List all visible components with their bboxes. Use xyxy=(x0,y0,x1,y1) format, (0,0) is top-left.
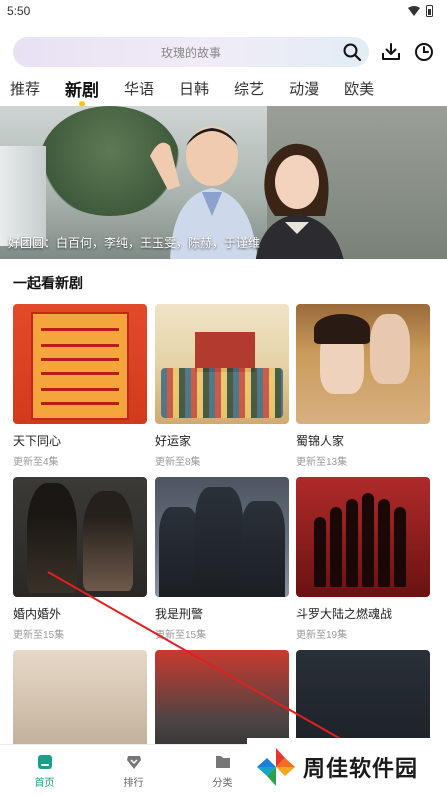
show-title: 婚内婚外 xyxy=(13,607,62,621)
watermark-logo-icon xyxy=(257,748,295,786)
wifi-icon xyxy=(408,6,420,16)
nav-label: 排行 xyxy=(123,777,144,789)
poster-art xyxy=(159,507,199,597)
show-card[interactable]: 蜀锦人家 更新至13集 xyxy=(296,304,430,468)
poster-art xyxy=(27,483,77,593)
status-bar: 5:50 xyxy=(0,0,447,22)
show-update: 更新至19集 xyxy=(296,630,348,641)
poster-art xyxy=(370,314,410,384)
clock-icon xyxy=(414,43,433,61)
history-button[interactable] xyxy=(412,40,435,64)
show-card[interactable]: 好运家 更新至8集 xyxy=(155,304,289,468)
banner-fridge xyxy=(0,146,46,246)
tab-western[interactable]: 欧美 xyxy=(344,76,374,99)
show-poster xyxy=(13,477,147,597)
poster-art xyxy=(195,332,255,372)
tab-label: 新剧 xyxy=(65,81,100,100)
nav-label: 分类 xyxy=(212,777,233,789)
tab-chinese[interactable]: 华语 xyxy=(124,76,154,99)
show-poster xyxy=(155,477,289,597)
show-poster xyxy=(296,477,430,597)
show-title: 斗罗大陆之燃魂战 xyxy=(296,607,393,621)
status-time: 5:50 xyxy=(7,4,31,18)
banner-caption: 好团圆：白百何，李纯，王玉雯，陈赫，于谨维 xyxy=(8,236,261,250)
category-tabs: 推荐 新剧 华语 日韩 综艺 动漫 欧美 xyxy=(0,76,447,107)
show-title: 我是刑警 xyxy=(155,607,204,621)
poster-art xyxy=(161,368,283,418)
tab-recommend[interactable]: 推荐 xyxy=(10,76,40,99)
show-card[interactable]: 婚内婚外 更新至15集 xyxy=(13,477,147,641)
battery-icon xyxy=(426,5,433,17)
nav-label: 首页 xyxy=(34,777,55,789)
poster-art xyxy=(195,487,243,597)
tab-jp-kr[interactable]: 日韩 xyxy=(179,76,209,99)
status-icons xyxy=(408,5,433,17)
poster-art xyxy=(314,314,370,344)
show-title: 蜀锦人家 xyxy=(296,434,345,448)
search-input[interactable]: 玫瑰的故事 xyxy=(13,37,369,67)
category-icon xyxy=(215,755,230,768)
search-icon[interactable] xyxy=(342,42,362,62)
show-poster xyxy=(155,304,289,424)
poster-art xyxy=(241,501,285,597)
banner-person-woman xyxy=(255,143,344,259)
section-title: 一起看新剧 xyxy=(13,275,83,291)
show-update: 更新至15集 xyxy=(13,630,65,641)
tab-variety[interactable]: 综艺 xyxy=(234,76,264,99)
show-update: 更新至13集 xyxy=(296,457,348,468)
poster-art xyxy=(31,312,129,420)
show-update: 更新至15集 xyxy=(155,630,207,641)
show-card[interactable]: 斗罗大陆之燃魂战 更新至19集 xyxy=(296,477,430,641)
show-update: 更新至4集 xyxy=(13,457,59,468)
tab-new-drama[interactable]: 新剧 xyxy=(65,76,100,107)
show-title: 好运家 xyxy=(155,434,192,448)
show-poster xyxy=(13,304,147,424)
nav-home[interactable]: 首页 xyxy=(0,745,89,796)
download-icon xyxy=(381,43,400,60)
show-card[interactable]: 我是刑警 更新至15集 xyxy=(155,477,289,641)
watermark: 周佳软件园 xyxy=(247,738,447,796)
nav-ranking[interactable]: 排行 xyxy=(89,745,178,796)
home-icon xyxy=(37,754,52,769)
ranking-icon xyxy=(126,755,141,769)
poster-art xyxy=(83,491,133,591)
search-row: 玫瑰的故事 xyxy=(13,36,435,68)
show-title: 天下同心 xyxy=(13,434,62,448)
show-poster xyxy=(296,304,430,424)
hero-banner[interactable]: 好团圆：白百何，李纯，王玉雯，陈赫，于谨维 xyxy=(0,106,447,259)
watermark-text: 周佳软件园 xyxy=(303,757,419,782)
show-update: 更新至8集 xyxy=(155,457,201,468)
download-button[interactable] xyxy=(379,40,402,64)
search-placeholder: 玫瑰的故事 xyxy=(160,45,221,60)
tab-anime[interactable]: 动漫 xyxy=(289,76,319,99)
show-card[interactable]: 天下同心 更新至4集 xyxy=(13,304,147,468)
